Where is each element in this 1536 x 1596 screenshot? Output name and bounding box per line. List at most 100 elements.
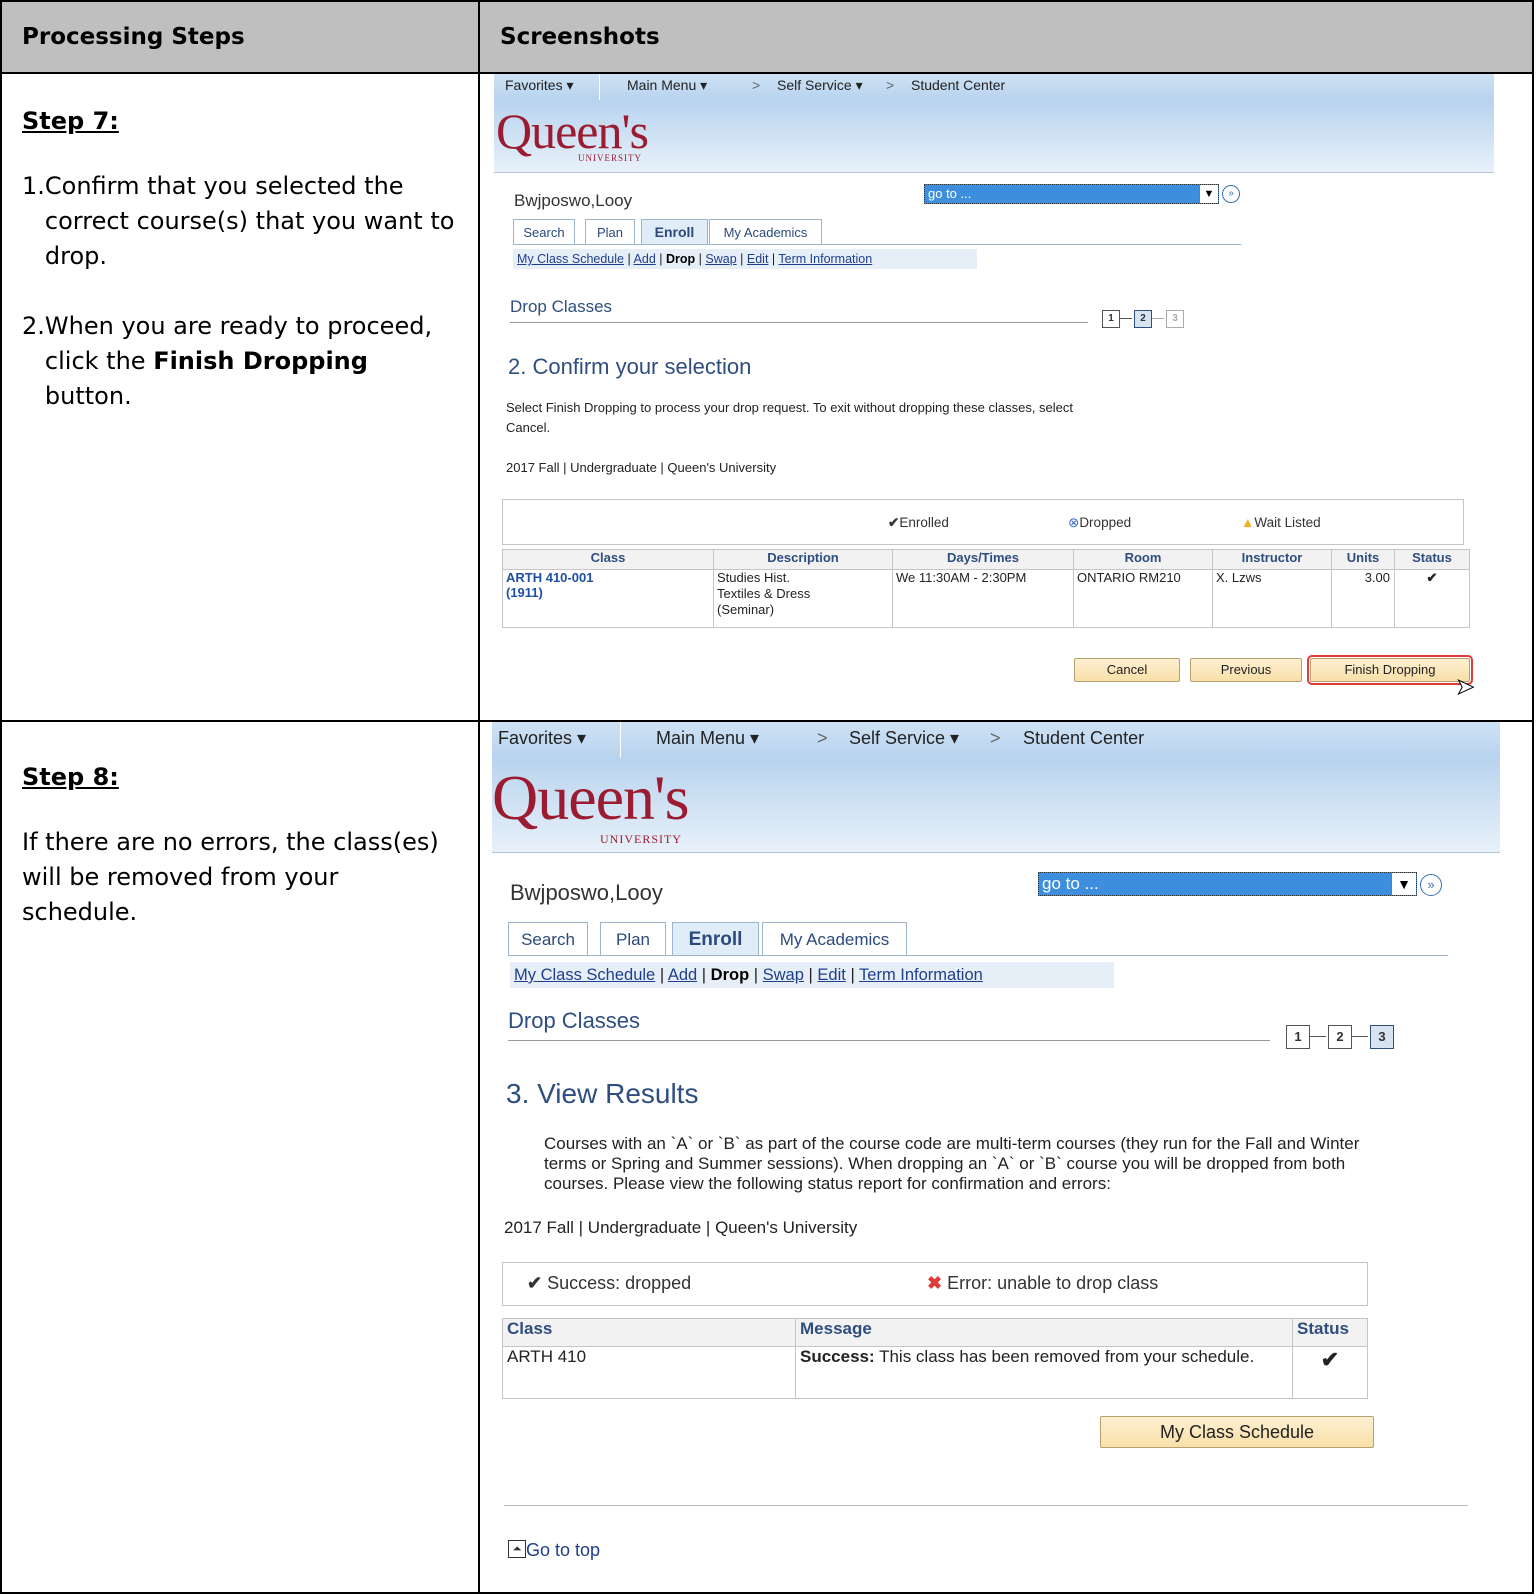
link-edit[interactable]: Edit bbox=[817, 966, 845, 984]
main-menu[interactable]: Main Menu ▾ bbox=[656, 728, 759, 749]
col-description: Description bbox=[713, 549, 893, 570]
student-center-link[interactable]: Student Center bbox=[911, 77, 1005, 93]
section-title: Drop Classes bbox=[508, 1008, 641, 1033]
check-icon: ✔ bbox=[527, 1273, 543, 1293]
self-service-menu[interactable]: Self Service ▾ bbox=[777, 77, 863, 94]
tab-my-academics[interactable]: My Academics bbox=[709, 219, 822, 245]
banner: Queen's UNIVERSITY bbox=[494, 100, 1494, 173]
step-indicator-3: 3 bbox=[1370, 1025, 1394, 1049]
room: ONTARIO RM210 bbox=[1073, 569, 1213, 628]
step8-text: If there are no errors, the class(es) wi… bbox=[22, 828, 439, 926]
link-my-class-schedule[interactable]: My Class Schedule bbox=[517, 252, 624, 266]
legend-dropped: ⊗Dropped bbox=[1068, 515, 1132, 530]
col-room: Room bbox=[1073, 549, 1213, 570]
self-service-menu[interactable]: Self Service ▾ bbox=[849, 728, 959, 749]
tab-search[interactable]: Search bbox=[513, 219, 575, 245]
tab-plan[interactable]: Plan bbox=[600, 922, 666, 956]
student-name: Bwjposwo,Looy bbox=[514, 191, 633, 210]
results-table: Class Message Status ARTH 410 Success: T… bbox=[502, 1318, 1368, 1399]
link-swap[interactable]: Swap bbox=[763, 966, 804, 984]
enroll-subnav: My Class Schedule | Add | Drop | Swap | … bbox=[513, 249, 977, 269]
result-class: ARTH 410 bbox=[502, 1346, 796, 1399]
tab-plan[interactable]: Plan bbox=[585, 219, 635, 245]
link-add[interactable]: Add bbox=[668, 966, 697, 984]
logo-subtitle: UNIVERSITY bbox=[578, 153, 642, 163]
page-heading: 2. Confirm your selection bbox=[508, 354, 752, 379]
chevron-down-icon[interactable]: ▼ bbox=[1199, 185, 1218, 203]
warning-icon: ▲ bbox=[1241, 515, 1255, 530]
breadcrumb-sep: > bbox=[886, 77, 895, 93]
favorites-menu[interactable]: Favorites ▾ bbox=[505, 77, 574, 94]
top-nav: Favorites ▾ Main Menu ▾ > Self Service ▾… bbox=[494, 74, 1494, 100]
previous-button[interactable]: Previous bbox=[1190, 658, 1302, 682]
legend-wait-listed: ▲Wait Listed bbox=[1241, 515, 1321, 530]
enrolled-check-icon: ✔ bbox=[1394, 569, 1470, 628]
class-link[interactable]: ARTH 410-001 (1911) bbox=[502, 569, 714, 628]
goto-select[interactable]: go to ... ▼ bbox=[1038, 872, 1417, 896]
legend-enrolled: ✔Enrolled bbox=[888, 515, 949, 530]
instructions-text: Select Finish Dropping to process your d… bbox=[506, 400, 1074, 435]
tab-enroll[interactable]: Enroll bbox=[672, 922, 759, 956]
header-processing-steps: Processing Steps bbox=[0, 0, 480, 74]
result-message: Success: This class has been removed fro… bbox=[795, 1346, 1293, 1399]
days-times: We 11:30AM - 2:30PM bbox=[892, 569, 1074, 628]
tab-search[interactable]: Search bbox=[508, 922, 588, 956]
link-swap[interactable]: Swap bbox=[705, 252, 736, 266]
table-row: ARTH 410 Success: This class has been re… bbox=[502, 1346, 1368, 1399]
student-name: Bwjposwo,Looy bbox=[510, 880, 663, 905]
term-label: 2017 Fall | Undergraduate | Queen's Univ… bbox=[504, 1218, 858, 1237]
col-units: Units bbox=[1331, 549, 1395, 570]
finish-dropping-button[interactable]: Finish Dropping bbox=[1307, 655, 1473, 685]
legend-success: ✔ Success: dropped bbox=[527, 1273, 692, 1293]
col-class: Class bbox=[502, 1318, 796, 1347]
page-heading: 3. View Results bbox=[506, 1078, 699, 1109]
link-edit[interactable]: Edit bbox=[747, 252, 769, 266]
link-term-information[interactable]: Term Information bbox=[778, 252, 872, 266]
tab-enroll[interactable]: Enroll bbox=[641, 219, 708, 245]
tab-my-academics[interactable]: My Academics bbox=[762, 922, 907, 956]
mouse-cursor-icon: ➤ bbox=[1455, 674, 1475, 700]
link-drop: Drop bbox=[710, 966, 750, 984]
step7-item1: Confirm that you selected the correct co… bbox=[44, 172, 455, 270]
step8-cell: Step 8: If there are no errors, the clas… bbox=[0, 720, 480, 1594]
step-indicator-2: 2 bbox=[1134, 310, 1152, 328]
step8-title: Step 8: bbox=[22, 763, 119, 791]
instructor: X. Lzws bbox=[1212, 569, 1332, 628]
goto-go-button[interactable]: » bbox=[1420, 874, 1442, 896]
status-legend: ✔Enrolled ⊗Dropped ▲Wait Listed bbox=[502, 499, 1464, 545]
link-my-class-schedule[interactable]: My Class Schedule bbox=[514, 966, 655, 984]
col-message: Message bbox=[795, 1318, 1293, 1347]
goto-select[interactable]: go to ... ▼ bbox=[924, 184, 1219, 204]
step7-screenshot-cell: Favorites ▾ Main Menu ▾ > Self Service ▾… bbox=[478, 72, 1534, 722]
step-indicator-3: 3 bbox=[1166, 310, 1184, 328]
link-add[interactable]: Add bbox=[634, 252, 656, 266]
error-x-icon: ✖ bbox=[927, 1273, 943, 1293]
top-nav: Favorites ▾ Main Menu ▾ > Self Service ▾… bbox=[492, 722, 1500, 758]
banner: Queen's UNIVERSITY bbox=[492, 758, 1500, 853]
student-center-link[interactable]: Student Center bbox=[1023, 728, 1144, 749]
main-menu[interactable]: Main Menu ▾ bbox=[627, 77, 707, 94]
header-screenshots: Screenshots bbox=[478, 0, 1534, 74]
legend-error: ✖ Error: unable to drop class bbox=[927, 1273, 1159, 1293]
my-class-schedule-button[interactable]: My Class Schedule bbox=[1100, 1416, 1374, 1448]
step-indicator-1: 1 bbox=[1286, 1025, 1310, 1049]
favorites-menu[interactable]: Favorites ▾ bbox=[498, 728, 586, 749]
link-term-information[interactable]: Term Information bbox=[859, 966, 983, 984]
goto-go-button[interactable]: » bbox=[1222, 185, 1240, 203]
breadcrumb-sep: > bbox=[990, 728, 1001, 748]
dropped-icon: ⊗ bbox=[1068, 515, 1080, 530]
go-to-top-link[interactable]: ⏶ Go to top bbox=[508, 1540, 600, 1561]
col-status: Status bbox=[1292, 1318, 1368, 1347]
queens-logo: Queen's bbox=[492, 762, 689, 833]
arrow-up-icon: ⏶ bbox=[508, 1540, 526, 1558]
col-class: Class bbox=[502, 549, 714, 570]
units: 3.00 bbox=[1331, 569, 1395, 628]
step7-cell: Step 7: 1. Confirm that you selected the… bbox=[0, 72, 480, 722]
chevron-down-icon[interactable]: ▼ bbox=[1391, 873, 1416, 895]
screenshot-confirm-drop: Favorites ▾ Main Menu ▾ > Self Service ▾… bbox=[494, 74, 1494, 719]
breadcrumb-sep: > bbox=[752, 77, 761, 93]
section-title: Drop Classes bbox=[510, 297, 613, 316]
logo-subtitle: UNIVERSITY bbox=[600, 832, 682, 846]
check-icon: ✔ bbox=[888, 515, 900, 530]
cancel-button[interactable]: Cancel bbox=[1074, 658, 1180, 682]
